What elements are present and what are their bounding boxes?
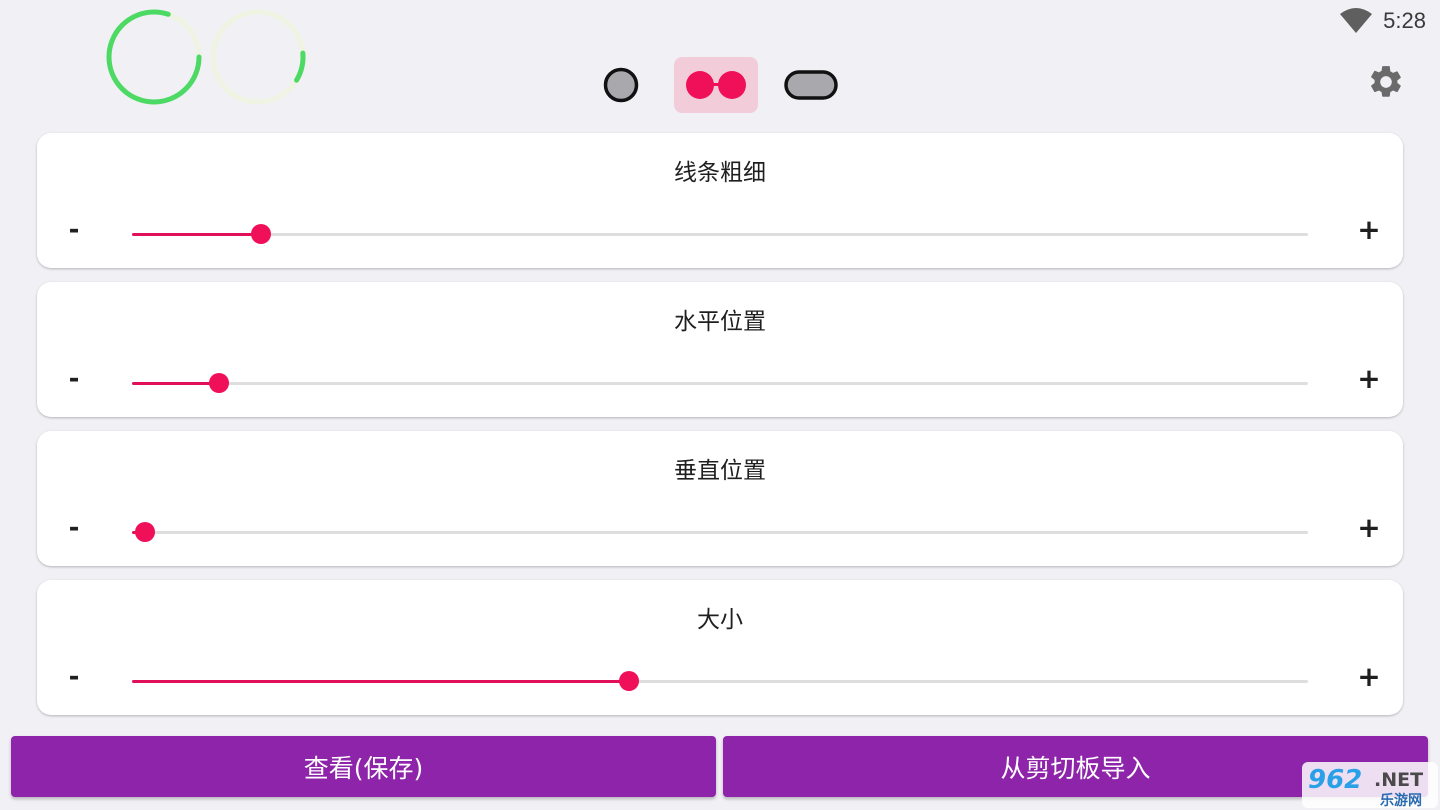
status-bar: 5:28 xyxy=(1339,6,1426,36)
pill-icon xyxy=(784,70,838,100)
vertical-position-label: 垂直位置 xyxy=(674,458,766,484)
double-dot-icon xyxy=(686,71,746,99)
size-decrease-button[interactable]: - xyxy=(64,662,84,692)
line-width-increase-button[interactable]: + xyxy=(1357,215,1381,245)
progress-ring-left xyxy=(105,8,203,106)
wifi-icon xyxy=(1340,8,1373,33)
progress-ring-right xyxy=(209,8,307,106)
horizontal-position-increase-button[interactable]: + xyxy=(1357,364,1381,394)
size-slider[interactable] xyxy=(132,671,1308,691)
line-width-slider-fill xyxy=(132,233,262,236)
single-dot-style-option[interactable] xyxy=(590,57,652,113)
svg-text:乐游网: 乐游网 xyxy=(1380,792,1422,809)
line-width-slider-thumb[interactable] xyxy=(251,224,272,244)
pill-style-option[interactable] xyxy=(780,57,842,113)
double-dot-style-option[interactable] xyxy=(674,57,758,113)
size-label: 大小 xyxy=(697,607,743,633)
horizontal-position-label: 水平位置 xyxy=(674,309,766,335)
line-width-card: 线条粗细 - + xyxy=(37,133,1403,268)
horizontal-position-decrease-button[interactable]: - xyxy=(64,364,84,394)
style-selector xyxy=(590,57,842,113)
line-width-slider[interactable] xyxy=(132,224,1308,244)
single-dot-icon xyxy=(603,67,639,103)
line-width-decrease-button[interactable]: - xyxy=(64,215,84,245)
vertical-position-decrease-button[interactable]: - xyxy=(64,513,84,543)
svg-text:962: 962 xyxy=(1308,765,1362,795)
vertical-position-card: 垂直位置 - + xyxy=(37,431,1403,566)
size-card: 大小 - + xyxy=(37,580,1403,715)
site-watermark-logo: 962 .NET 乐游网 xyxy=(1302,762,1438,809)
gear-icon[interactable] xyxy=(1367,63,1405,101)
horizontal-position-slider-thumb[interactable] xyxy=(209,373,230,393)
size-slider-thumb[interactable] xyxy=(619,671,640,691)
horizontal-position-card: 水平位置 - + xyxy=(37,282,1403,417)
size-increase-button[interactable]: + xyxy=(1357,662,1381,692)
horizontal-position-slider[interactable] xyxy=(132,373,1308,393)
horizontal-position-slider-fill xyxy=(132,382,220,385)
line-width-label: 线条粗细 xyxy=(674,160,766,186)
svg-text:.NET: .NET xyxy=(1374,769,1423,791)
size-slider-fill xyxy=(132,680,630,683)
view-save-button[interactable]: 查看(保存) xyxy=(11,736,716,797)
vertical-position-slider[interactable] xyxy=(132,522,1308,542)
vertical-position-slider-thumb[interactable] xyxy=(134,522,155,542)
status-time: 5:28 xyxy=(1383,8,1426,33)
vertical-position-increase-button[interactable]: + xyxy=(1357,513,1381,543)
